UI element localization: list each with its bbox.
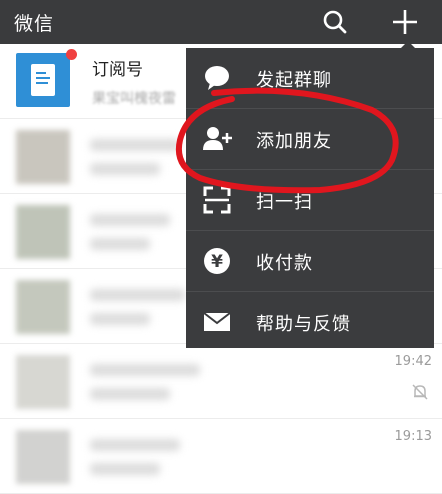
blurred-name: [90, 364, 200, 376]
avatar: [16, 280, 70, 334]
add-friend-icon: [202, 124, 232, 154]
chat-time: 19:13: [394, 429, 432, 444]
menu-item-label: 发起群聊: [256, 70, 332, 91]
blurred-message: [90, 463, 160, 475]
menu-item-label: 收付款: [256, 253, 313, 274]
menu-item-scan[interactable]: 扫一扫: [186, 170, 434, 230]
blurred-message: [90, 238, 150, 250]
chat-time: 19:42: [394, 354, 432, 369]
avatar: [16, 205, 70, 259]
menu-item-label: 扫一扫: [256, 192, 313, 213]
chat-name: 订阅号: [92, 60, 143, 80]
blurred-message: [90, 313, 150, 325]
menu-item-group-chat[interactable]: 发起群聊: [186, 48, 434, 108]
unread-badge: [66, 49, 77, 60]
avatar: [16, 430, 70, 484]
mail-icon: [202, 307, 232, 337]
plus-popup-menu: 发起群聊 添加朋友 扫一扫 ¥ 收付款 帮助与反馈: [186, 41, 434, 348]
blurred-name: [90, 214, 170, 226]
mute-bell-icon: [410, 382, 430, 402]
blurred-name: [90, 289, 185, 301]
app-title: 微信: [14, 13, 55, 35]
blurred-name: [90, 439, 180, 451]
chat-bubble-icon: [202, 63, 232, 93]
chat-preview: 果宝叫槐夜雷: [92, 91, 176, 107]
menu-item-help-feedback[interactable]: 帮助与反馈: [186, 292, 434, 352]
blurred-name: [90, 139, 180, 151]
yen-icon: ¥: [202, 246, 232, 276]
blurred-message: [90, 388, 170, 400]
top-bar: 微信: [0, 0, 442, 44]
chat-row[interactable]: 19:42: [0, 344, 442, 419]
menu-item-label: 添加朋友: [256, 131, 332, 152]
document-icon: [31, 64, 55, 96]
search-icon[interactable]: [318, 5, 352, 39]
avatar: [16, 130, 70, 184]
scan-icon: [202, 185, 232, 215]
plus-icon[interactable]: [388, 5, 422, 39]
blurred-message: [90, 163, 160, 175]
subscription-avatar: [16, 53, 70, 107]
chat-row[interactable]: 19:13: [0, 419, 442, 494]
avatar: [16, 355, 70, 409]
menu-item-label: 帮助与反馈: [256, 314, 351, 335]
menu-item-add-friend[interactable]: 添加朋友: [186, 109, 434, 169]
menu-item-money[interactable]: ¥ 收付款: [186, 231, 434, 291]
svg-text:¥: ¥: [211, 252, 223, 272]
